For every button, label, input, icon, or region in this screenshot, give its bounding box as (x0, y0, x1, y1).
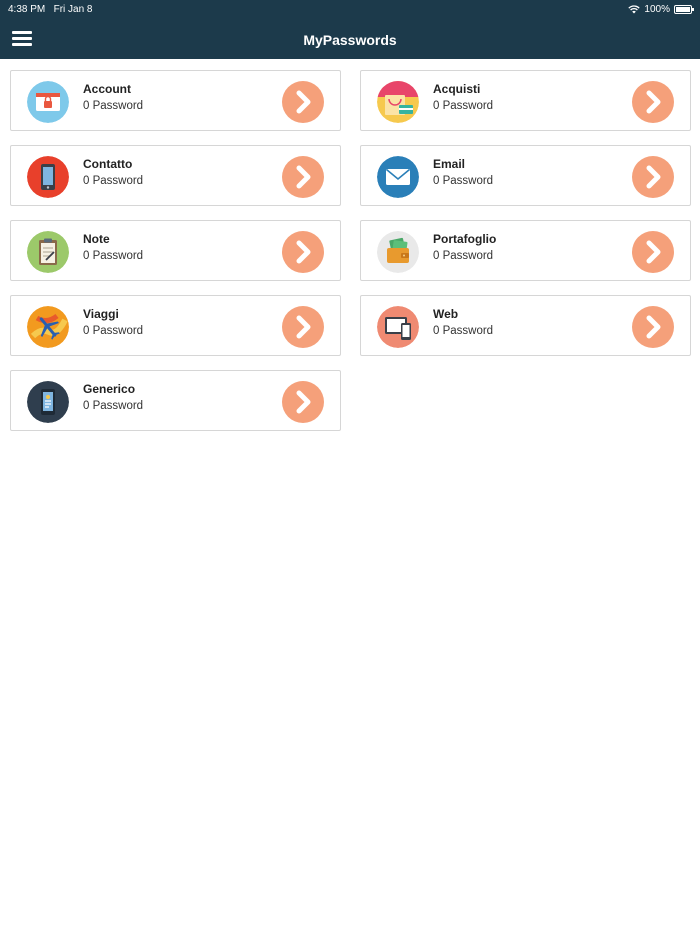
category-card-generico[interactable]: Generico 0 Password (10, 370, 341, 431)
category-name: Viaggi (83, 307, 119, 321)
devices-icon (377, 306, 419, 348)
phone-icon (27, 156, 69, 198)
chevron-right-icon[interactable] (282, 231, 324, 273)
chevron-right-icon[interactable] (632, 156, 674, 198)
password-count: 0 Password (433, 175, 494, 187)
password-count: 0 Password (83, 100, 144, 112)
category-name: Note (83, 232, 110, 246)
password-count: 0 Password (433, 100, 494, 112)
wifi-icon (628, 5, 641, 14)
chevron-right-icon[interactable] (632, 81, 674, 123)
category-name: Account (83, 82, 131, 96)
chevron-right-icon[interactable] (632, 306, 674, 348)
nav-bar: MyPasswords (0, 20, 700, 59)
airplane-icon (27, 306, 69, 348)
chevron-right-icon[interactable] (282, 381, 324, 423)
clipboard-icon (27, 231, 69, 273)
chevron-right-icon[interactable] (632, 231, 674, 273)
category-card-portafoglio[interactable]: Portafoglio 0 Password (360, 220, 691, 281)
browser-lock-icon (27, 81, 69, 123)
category-name: Portafoglio (433, 232, 497, 246)
category-card-web[interactable]: Web 0 Password (360, 295, 691, 356)
category-name: Contatto (83, 157, 133, 171)
password-count: 0 Password (83, 175, 144, 187)
mobile-app-icon (27, 381, 69, 423)
category-card-viaggi[interactable]: Viaggi 0 Password (10, 295, 341, 356)
status-time: 4:38 PM Fri Jan 8 (8, 4, 93, 15)
category-card-acquisti[interactable]: Acquisti 0 Password (360, 70, 691, 131)
page-title: MyPasswords (303, 32, 397, 48)
chevron-right-icon[interactable] (282, 156, 324, 198)
password-count: 0 Password (83, 325, 144, 337)
battery-percent: 100% (644, 4, 670, 15)
category-name: Email (433, 157, 466, 171)
category-card-note[interactable]: Note 0 Password (10, 220, 341, 281)
wallet-icon (377, 231, 419, 273)
category-card-account[interactable]: Account 0 Password (10, 70, 341, 131)
envelope-icon (377, 156, 419, 198)
password-count: 0 Password (83, 250, 144, 262)
password-count: 0 Password (83, 400, 144, 412)
category-name: Web (433, 307, 459, 321)
password-count: 0 Password (433, 250, 494, 262)
category-card-email[interactable]: Email 0 Password (360, 145, 691, 206)
battery-icon (674, 5, 694, 14)
shopping-bag-icon (377, 81, 419, 123)
category-card-contatto[interactable]: Contatto 0 Password (10, 145, 341, 206)
category-name: Generico (83, 382, 136, 396)
chevron-right-icon[interactable] (282, 306, 324, 348)
status-date: Fri Jan 8 (53, 4, 93, 15)
chevron-right-icon[interactable] (282, 81, 324, 123)
category-name: Acquisti (433, 82, 481, 96)
password-count: 0 Password (433, 325, 494, 337)
status-bar: 4:38 PM Fri Jan 8 100% (0, 0, 700, 20)
